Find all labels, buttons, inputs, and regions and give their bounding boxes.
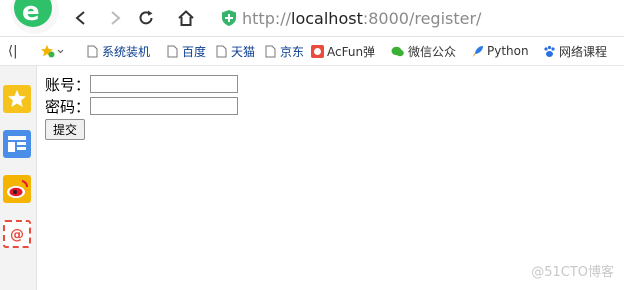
back-arrow-icon — [75, 11, 85, 25]
bookmark-item[interactable]: 系统装机 — [86, 37, 150, 65]
account-row: 账号： — [45, 73, 239, 95]
watermark: @51CTO博客 — [531, 265, 614, 280]
password-row: 密码： — [45, 95, 239, 117]
bookmark-label: 京东 — [280, 44, 305, 59]
browser-logo-icon: e — [0, 0, 60, 36]
bookmark-item[interactable]: Python — [471, 37, 529, 65]
bookmark-item[interactable]: 网络课程 — [543, 37, 607, 65]
favorites-button[interactable] — [40, 37, 66, 65]
account-input[interactable] — [90, 75, 239, 93]
secure-shield-icon — [222, 10, 236, 26]
sidebar-reader-button[interactable] — [3, 130, 31, 158]
bookmark-label: 天猫 — [231, 44, 256, 59]
page-icon — [265, 45, 276, 57]
wechat-icon — [391, 46, 404, 56]
page-icon — [167, 45, 178, 57]
collapse-icon: ⟨| — [8, 43, 18, 59]
account-label: 账号： — [45, 75, 91, 94]
layout-icon — [8, 136, 26, 152]
url-text: http://localhost:8000/register/ — [242, 9, 481, 28]
bookmark-item[interactable]: 天猫 — [215, 37, 255, 65]
weibo-icon — [7, 180, 29, 198]
forward-arrow-icon — [111, 11, 121, 25]
paw-icon — [544, 45, 555, 57]
reload-button[interactable] — [135, 8, 157, 28]
register-form: 账号： 密码： 提交 — [45, 73, 239, 140]
bookmark-label: Python — [487, 44, 529, 58]
bookmark-item[interactable]: 微信公众 — [390, 37, 456, 65]
bookmark-label: 系统装机 — [102, 44, 151, 59]
page-icon — [87, 45, 98, 57]
svg-text:@: @ — [10, 227, 24, 243]
address-bar[interactable]: http://localhost:8000/register/ — [214, 5, 624, 31]
acfun-icon — [311, 44, 324, 58]
back-button[interactable] — [70, 8, 92, 28]
favorites-star-icon — [41, 45, 64, 58]
sidebar-mail-button[interactable]: @ — [3, 220, 31, 248]
bookmark-item[interactable]: 京东 — [264, 37, 304, 65]
browser-sidebar: @ — [0, 66, 37, 290]
password-label: 密码： — [45, 97, 91, 116]
url-scheme: http:// — [242, 8, 292, 28]
url-host: localhost — [291, 8, 363, 28]
url-path: :8000/register/ — [362, 8, 482, 28]
sidebar-weibo-button[interactable] — [3, 175, 31, 203]
star-icon — [8, 90, 26, 107]
bookmark-label: AcFun弹 — [327, 44, 376, 59]
forward-button[interactable] — [104, 8, 126, 28]
submit-button[interactable]: 提交 — [45, 119, 86, 140]
sidebar-favorites-button[interactable] — [3, 85, 31, 113]
svg-text:e: e — [22, 0, 40, 27]
bookmark-item[interactable]: AcFun弹 — [311, 37, 375, 65]
browser-toolbar: e http://localhost:8000/register/ — [0, 0, 624, 37]
password-input[interactable] — [90, 97, 239, 115]
home-icon — [178, 10, 194, 26]
reload-icon — [139, 10, 153, 25]
bookmark-label: 微信公众 — [408, 44, 457, 59]
collapse-sidebar-button[interactable]: ⟨| — [8, 37, 17, 65]
home-button[interactable] — [175, 8, 197, 28]
bookmark-bar: ⟨| 系统装机 百度 天猫 京东 AcFun弹 微信公众 Python 网络课程 — [0, 37, 624, 66]
page-icon — [216, 45, 227, 57]
bookmark-label: 网络课程 — [559, 44, 608, 59]
bookmark-item[interactable]: 百度 — [166, 37, 206, 65]
at-mail-icon: @ — [10, 227, 24, 243]
rocket-icon — [472, 45, 483, 57]
bookmark-label: 百度 — [182, 44, 207, 59]
